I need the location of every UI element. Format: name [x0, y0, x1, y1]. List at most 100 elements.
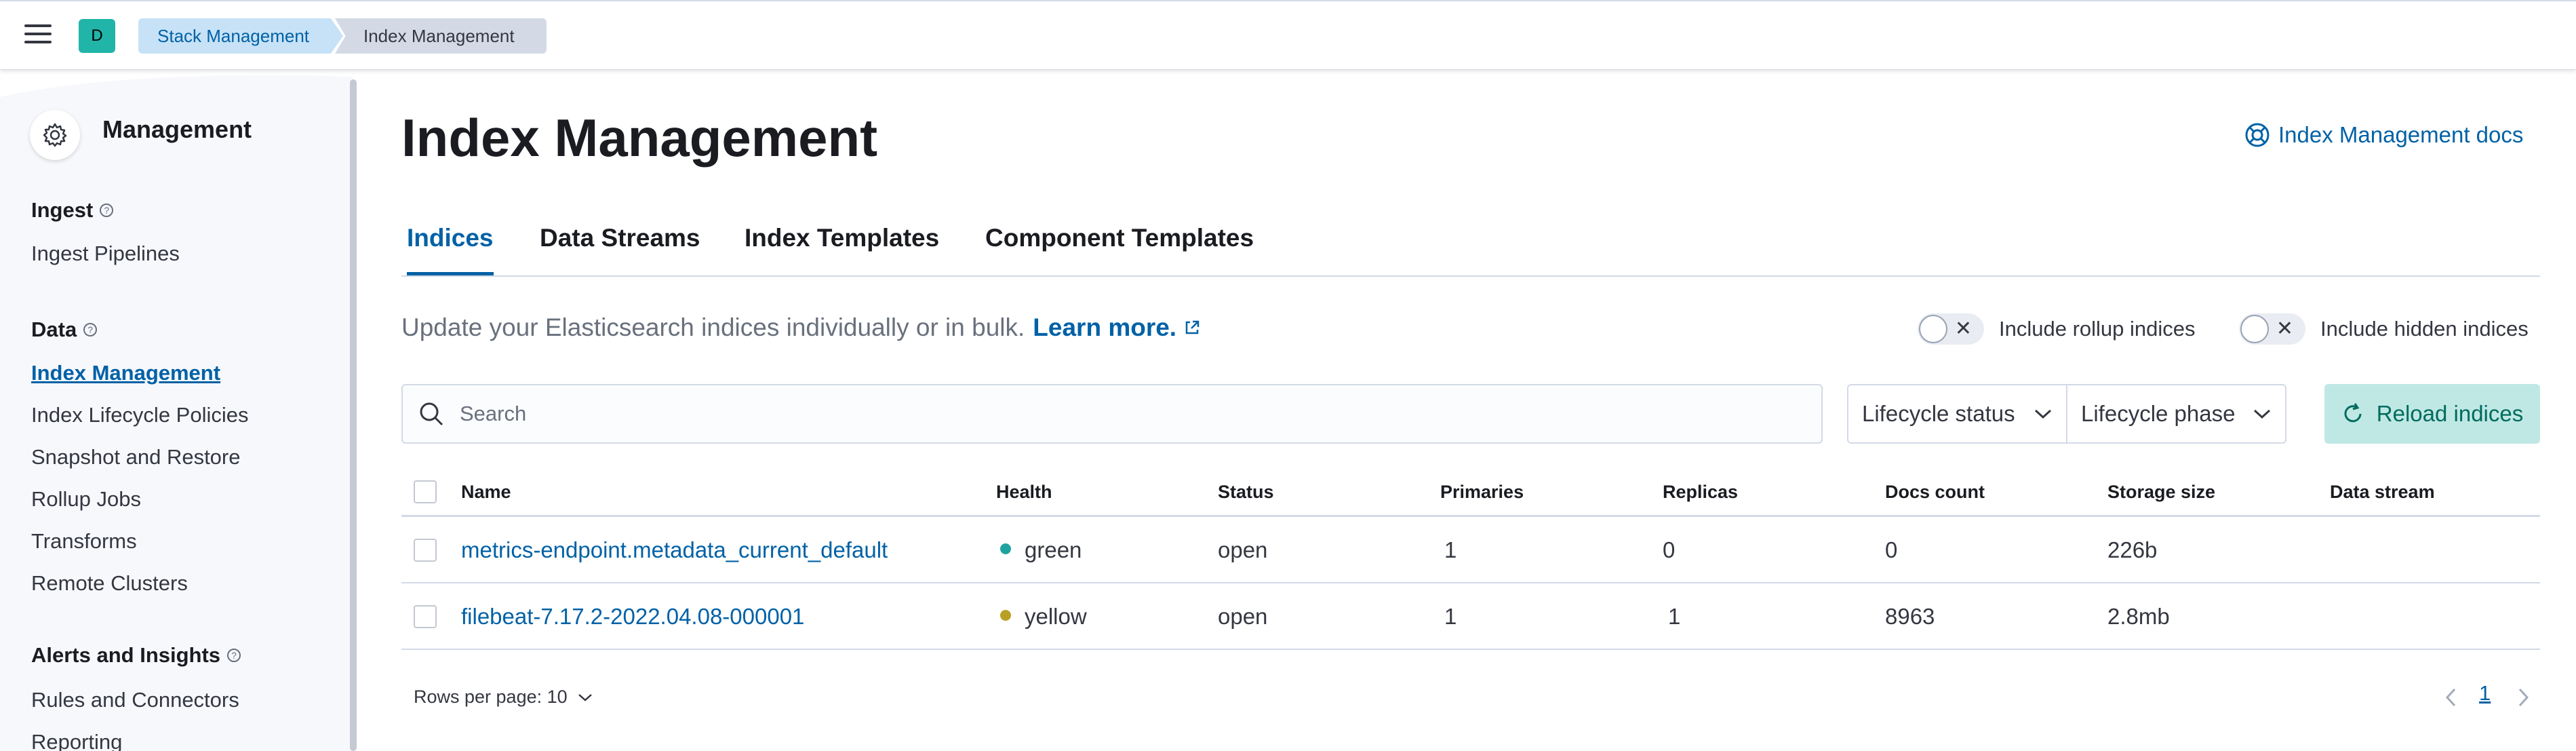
sidebar-item-index-lifecycle-policies[interactable]: Index Lifecycle Policies: [31, 403, 249, 427]
sidebar-section-alerts: Alerts and Insights ?: [31, 643, 241, 668]
rollup-toggle-label: Include rollup indices: [1999, 317, 2196, 341]
column-header-storage-size[interactable]: Storage size: [2107, 482, 2215, 503]
docs-count-cell: 8963: [1885, 604, 1935, 629]
gear-icon: [30, 110, 80, 160]
cross-icon: ✕: [2276, 317, 2293, 340]
filter-group: Lifecycle status Lifecycle phase: [1847, 384, 2286, 444]
help-lifebuoy-icon: [2245, 123, 2270, 147]
indices-table: Name Health Status Primaries Replicas Do…: [401, 468, 2540, 650]
sidebar-item-rollup-jobs[interactable]: Rollup Jobs: [31, 487, 141, 512]
section-title: Ingest: [31, 198, 94, 222]
column-header-data-stream[interactable]: Data stream: [2330, 482, 2435, 503]
table-header: Name Health Status Primaries Replicas Do…: [401, 468, 2540, 517]
chevron-down-icon: [578, 693, 592, 701]
top-header: D Stack Management Index Management: [0, 0, 2576, 70]
external-link-icon: [1185, 320, 1200, 334]
learn-more-label: Learn more.: [1033, 313, 1177, 341]
lifecycle-phase-filter[interactable]: Lifecycle phase: [2066, 385, 2285, 442]
column-header-docs-count[interactable]: Docs count: [1885, 482, 1985, 503]
description: Update your Elasticsearch indices indivi…: [401, 313, 1201, 342]
primaries-cell: 1: [1444, 604, 1457, 629]
tab-index-templates[interactable]: Index Templates: [745, 224, 939, 275]
row-checkbox[interactable]: [414, 605, 437, 628]
sidebar-title: Management: [102, 115, 252, 143]
description-text: Update your Elasticsearch indices indivi…: [401, 313, 1025, 341]
hidden-toggle-group: ✕ Include hidden indices: [2239, 313, 2529, 345]
health-cell: yellow: [1000, 604, 1087, 630]
rollup-toggle[interactable]: ✕: [1918, 313, 1984, 345]
sidebar-item-transforms[interactable]: Transforms: [31, 529, 137, 554]
docs-count-cell: 0: [1885, 537, 1898, 562]
sidebar-section-data: Data ?: [31, 317, 98, 342]
health-dot-icon: [1000, 610, 1011, 621]
refresh-icon: [2344, 403, 2362, 423]
status-cell: open: [1218, 537, 1268, 562]
docs-link[interactable]: Index Management docs: [2244, 122, 2523, 148]
tab-data-streams[interactable]: Data Streams: [540, 224, 700, 275]
sidebar-item-rules-and-connectors[interactable]: Rules and Connectors: [31, 688, 239, 712]
help-icon[interactable]: ?: [100, 204, 114, 217]
health-dot-icon: [1000, 543, 1011, 555]
chevron-down-icon: [2034, 409, 2052, 419]
filter-label: Lifecycle phase: [2081, 401, 2236, 426]
sidebar-item-snapshot-and-restore[interactable]: Snapshot and Restore: [31, 445, 241, 469]
page-number-button[interactable]: 1: [2479, 681, 2491, 706]
section-title: Data: [31, 317, 77, 341]
replicas-cell: 1: [1668, 604, 1681, 629]
column-header-replicas[interactable]: Replicas: [1663, 482, 1738, 503]
space-avatar[interactable]: D: [79, 19, 115, 53]
reload-label: Reload indices: [2376, 401, 2524, 426]
column-header-name[interactable]: Name: [461, 482, 511, 503]
help-icon[interactable]: ?: [83, 323, 98, 336]
rows-per-page-label: Rows per page: 10: [414, 687, 568, 707]
column-header-health[interactable]: Health: [996, 482, 1052, 503]
health-cell: green: [1000, 537, 1082, 563]
sidebar-item-ingest-pipelines[interactable]: Ingest Pipelines: [31, 242, 180, 266]
cross-icon: ✕: [1954, 317, 1972, 340]
rows-per-page-button[interactable]: Rows per page: 10: [414, 687, 593, 708]
sidebar-section-ingest: Ingest ?: [31, 198, 114, 223]
help-icon[interactable]: ?: [227, 649, 241, 662]
chevron-down-icon: [2253, 409, 2271, 419]
index-name-link[interactable]: metrics-endpoint.metadata_current_defaul…: [461, 537, 888, 563]
sidebar-item-remote-clusters[interactable]: Remote Clusters: [31, 571, 188, 596]
primaries-cell: 1: [1444, 537, 1457, 562]
rollup-toggle-group: ✕ Include rollup indices: [1918, 313, 2196, 345]
section-title: Alerts and Insights: [31, 643, 221, 667]
replicas-cell: 0: [1663, 537, 1676, 562]
breadcrumb-stack-management[interactable]: Stack Management: [138, 18, 343, 54]
sidebar-scrollbar[interactable]: [350, 79, 357, 751]
storage-size-cell: 2.8mb: [2107, 604, 2170, 629]
search-box: [401, 384, 1823, 444]
table-row: filebeat-7.17.2-2022.04.08-000001 yellow…: [401, 583, 2540, 650]
reload-indices-button[interactable]: Reload indices: [2324, 384, 2540, 444]
search-input[interactable]: [460, 402, 1748, 426]
tab-component-templates[interactable]: Component Templates: [985, 224, 1254, 275]
lifecycle-status-filter[interactable]: Lifecycle status: [1848, 385, 2066, 442]
menu-icon[interactable]: [24, 24, 52, 46]
tab-indices[interactable]: Indices: [407, 224, 494, 275]
index-name-link[interactable]: filebeat-7.17.2-2022.04.08-000001: [461, 604, 804, 630]
hidden-toggle-label: Include hidden indices: [2320, 317, 2529, 341]
tab-bar: Indices Data Streams Index Templates Com…: [401, 216, 2540, 277]
select-all-checkbox[interactable]: [414, 480, 437, 503]
health-label: yellow: [1025, 604, 1087, 629]
learn-more-link[interactable]: Learn more.: [1033, 313, 1201, 342]
column-header-status[interactable]: Status: [1218, 482, 1274, 503]
column-header-primaries[interactable]: Primaries: [1440, 482, 1524, 503]
status-cell: open: [1218, 604, 1268, 629]
filter-label: Lifecycle status: [1862, 401, 2015, 426]
breadcrumb-index-management: Index Management: [335, 18, 547, 54]
previous-page-icon[interactable]: [2444, 687, 2459, 708]
sidebar-item-reporting[interactable]: Reporting: [31, 730, 122, 751]
search-icon: [420, 402, 443, 426]
docs-link-label: Index Management docs: [2278, 122, 2524, 147]
hidden-toggle[interactable]: ✕: [2239, 313, 2305, 345]
storage-size-cell: 226b: [2107, 537, 2158, 562]
table-row: metrics-endpoint.metadata_current_defaul…: [401, 517, 2540, 583]
sidebar-item-index-management[interactable]: Index Management: [31, 361, 220, 385]
row-checkbox[interactable]: [414, 539, 437, 562]
health-label: green: [1025, 537, 1082, 562]
page-title: Index Management: [401, 108, 878, 168]
next-page-icon[interactable]: [2516, 687, 2531, 708]
